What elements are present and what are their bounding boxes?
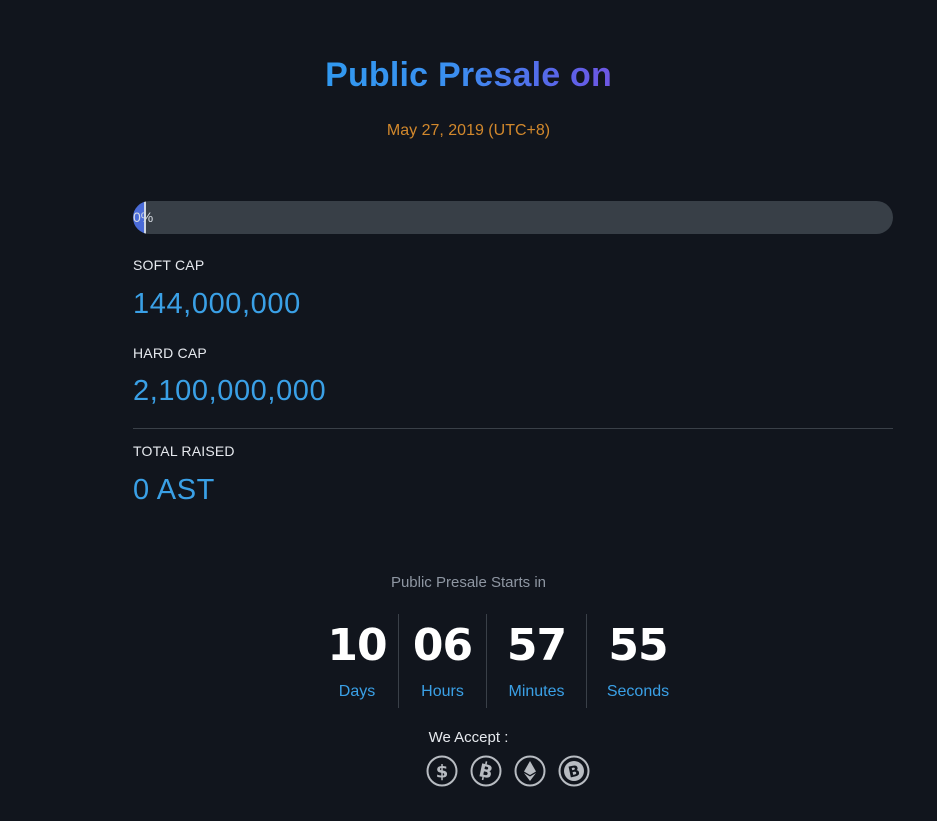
seconds-label: Seconds <box>606 683 670 700</box>
minutes-label: Minutes <box>508 683 565 700</box>
countdown-timer: 10 Days 06 Hours 57 Minutes 55 Seconds <box>316 614 689 708</box>
total-raised-value: 0 AST <box>133 474 215 506</box>
presale-page: Public Presale on May 27, 2019 (UTC+8) 0… <box>0 0 937 821</box>
progress-percent: 0% <box>133 209 154 225</box>
soft-cap-label: SOFT CAP <box>133 257 205 273</box>
hard-cap-label: HARD CAP <box>133 345 207 361</box>
countdown-days: 10 Days <box>316 614 398 708</box>
bitcoin-cash-icon: B <box>558 755 590 787</box>
presale-date: May 27, 2019 (UTC+8) <box>386 122 551 139</box>
accept-label: We Accept : <box>428 729 509 746</box>
presale-progress-bar: 0% <box>133 201 893 234</box>
svg-text:$: $ <box>436 762 449 783</box>
bitcoin-icon: B <box>470 755 502 787</box>
hours-label: Hours <box>421 683 464 700</box>
divider <box>133 428 893 429</box>
countdown-hours: 06 Hours <box>398 614 486 708</box>
seconds-value: 55 <box>608 620 668 671</box>
days-value: 10 <box>327 620 387 671</box>
soft-cap-value: 144,000,000 <box>133 288 301 320</box>
total-raised-label: TOTAL RAISED <box>133 443 235 459</box>
minutes-value: 57 <box>506 620 567 671</box>
page-title: Public Presale on <box>299 56 639 95</box>
dollar-icon: $ <box>426 755 458 787</box>
countdown-minutes: 57 Minutes <box>486 614 586 708</box>
days-label: Days <box>338 683 376 700</box>
hard-cap-value: 2,100,000,000 <box>133 375 327 407</box>
ethereum-icon <box>514 755 546 787</box>
payment-icons: $ B B <box>426 755 590 787</box>
hours-value: 06 <box>412 620 473 671</box>
countdown-heading: Public Presale Starts in <box>390 574 547 591</box>
countdown-seconds: 55 Seconds <box>586 614 689 708</box>
